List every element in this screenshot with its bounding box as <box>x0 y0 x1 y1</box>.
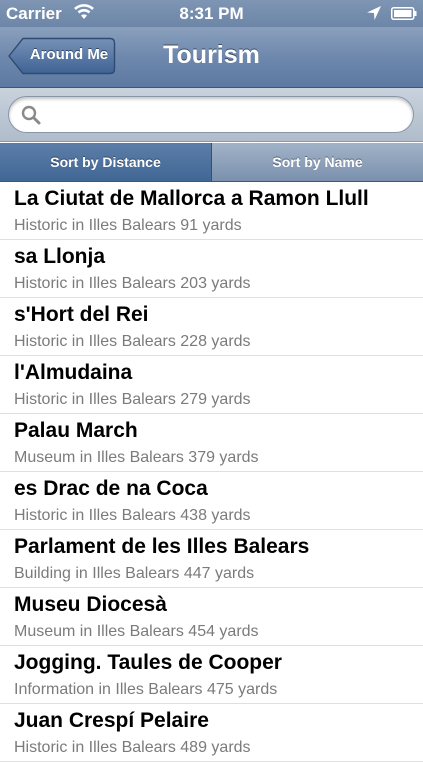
place-name: La Ciutat de Mallorca a Ramon Llull <box>14 187 369 210</box>
place-name: Parlament de les Illes Balears <box>14 535 310 558</box>
place-detail: Museum in Illes Balears 379 yards <box>14 449 259 466</box>
status-bar: Carrier 8:31 PM <box>0 0 423 27</box>
place-detail: Historic in Illes Balears 228 yards <box>14 333 251 350</box>
search-bar <box>0 88 423 142</box>
place-detail: Museum in Illes Balears 454 yards <box>14 623 259 640</box>
page-title: Tourism <box>163 41 260 69</box>
place-name: l'Almudaina <box>14 361 133 384</box>
place-detail: Historic in Illes Balears 438 yards <box>14 507 251 524</box>
place-detail: Historic in Illes Balears 203 yards <box>14 275 251 292</box>
list-item[interactable]: sa Llonja Historic in Illes Balears 203 … <box>0 240 423 298</box>
list-item[interactable]: l'Almudaina Historic in Illes Balears 27… <box>0 356 423 414</box>
list-item[interactable]: s'Hort del Rei Historic in Illes Balears… <box>0 298 423 356</box>
status-time: 8:31 PM <box>179 4 244 23</box>
place-name: es Drac de na Coca <box>14 477 208 500</box>
search-icon <box>21 105 41 125</box>
search-field[interactable] <box>8 96 414 133</box>
place-name: Palau March <box>14 419 138 442</box>
sort-segmented-control: Sort by Distance Sort by Name <box>0 143 423 182</box>
list-item[interactable]: La Ciutat de Mallorca a Ramon Llull Hist… <box>0 182 423 240</box>
place-name: Museu Diocesà <box>14 593 167 616</box>
list-item[interactable]: es Drac de na Coca Historic in Illes Bal… <box>0 472 423 530</box>
navigation-bar: Around Me Tourism <box>0 27 423 88</box>
list-item[interactable]: Juan Crespí Pelaire Historic in Illes Ba… <box>0 704 423 762</box>
location-arrow-icon <box>367 6 381 20</box>
sort-by-name-segment[interactable]: Sort by Name <box>212 143 423 181</box>
search-input[interactable] <box>47 103 406 129</box>
list-item[interactable]: Museu Diocesà Museum in Illes Balears 45… <box>0 588 423 646</box>
place-detail: Historic in Illes Balears 91 yards <box>14 217 242 234</box>
list-item[interactable]: Palau March Museum in Illes Balears 379 … <box>0 414 423 472</box>
sort-by-distance-segment[interactable]: Sort by Distance <box>0 143 212 181</box>
place-name: Jogging. Taules de Cooper <box>14 651 282 674</box>
place-detail: Historic in Illes Balears 489 yards <box>14 739 251 756</box>
list-item[interactable]: Jogging. Taules de Cooper Information in… <box>0 646 423 704</box>
place-detail: Information in Illes Balears 475 yards <box>14 681 278 698</box>
place-name: s'Hort del Rei <box>14 303 149 326</box>
list-item[interactable]: Parlament de les Illes Balears Building … <box>0 530 423 588</box>
places-list: La Ciutat de Mallorca a Ramon Llull Hist… <box>0 182 423 762</box>
place-name: Juan Crespí Pelaire <box>14 709 209 732</box>
place-detail: Historic in Illes Balears 279 yards <box>14 391 251 408</box>
place-name: sa Llonja <box>14 245 106 268</box>
battery-icon <box>391 7 417 20</box>
place-detail: Building in Illes Balears 447 yards <box>14 565 255 582</box>
